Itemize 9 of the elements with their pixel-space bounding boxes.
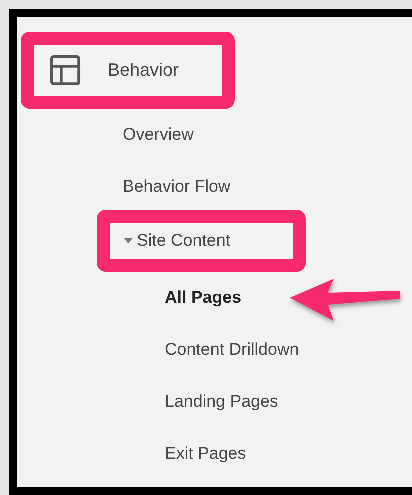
nav-item[interactable]: All Pages [165, 272, 242, 324]
nav-item[interactable]: Content Drilldown [165, 324, 300, 376]
nav-item[interactable]: Exit Pages [165, 428, 246, 480]
layout-icon [50, 55, 81, 86]
nav-item[interactable]: Landing Pages [165, 376, 278, 428]
nav-item[interactable]: Overview [123, 109, 194, 161]
nav-section[interactable]: Behavior [21, 32, 235, 109]
nav-item[interactable]: Behavior Flow [123, 161, 231, 213]
nav-group[interactable]: Site Content [97, 210, 306, 272]
